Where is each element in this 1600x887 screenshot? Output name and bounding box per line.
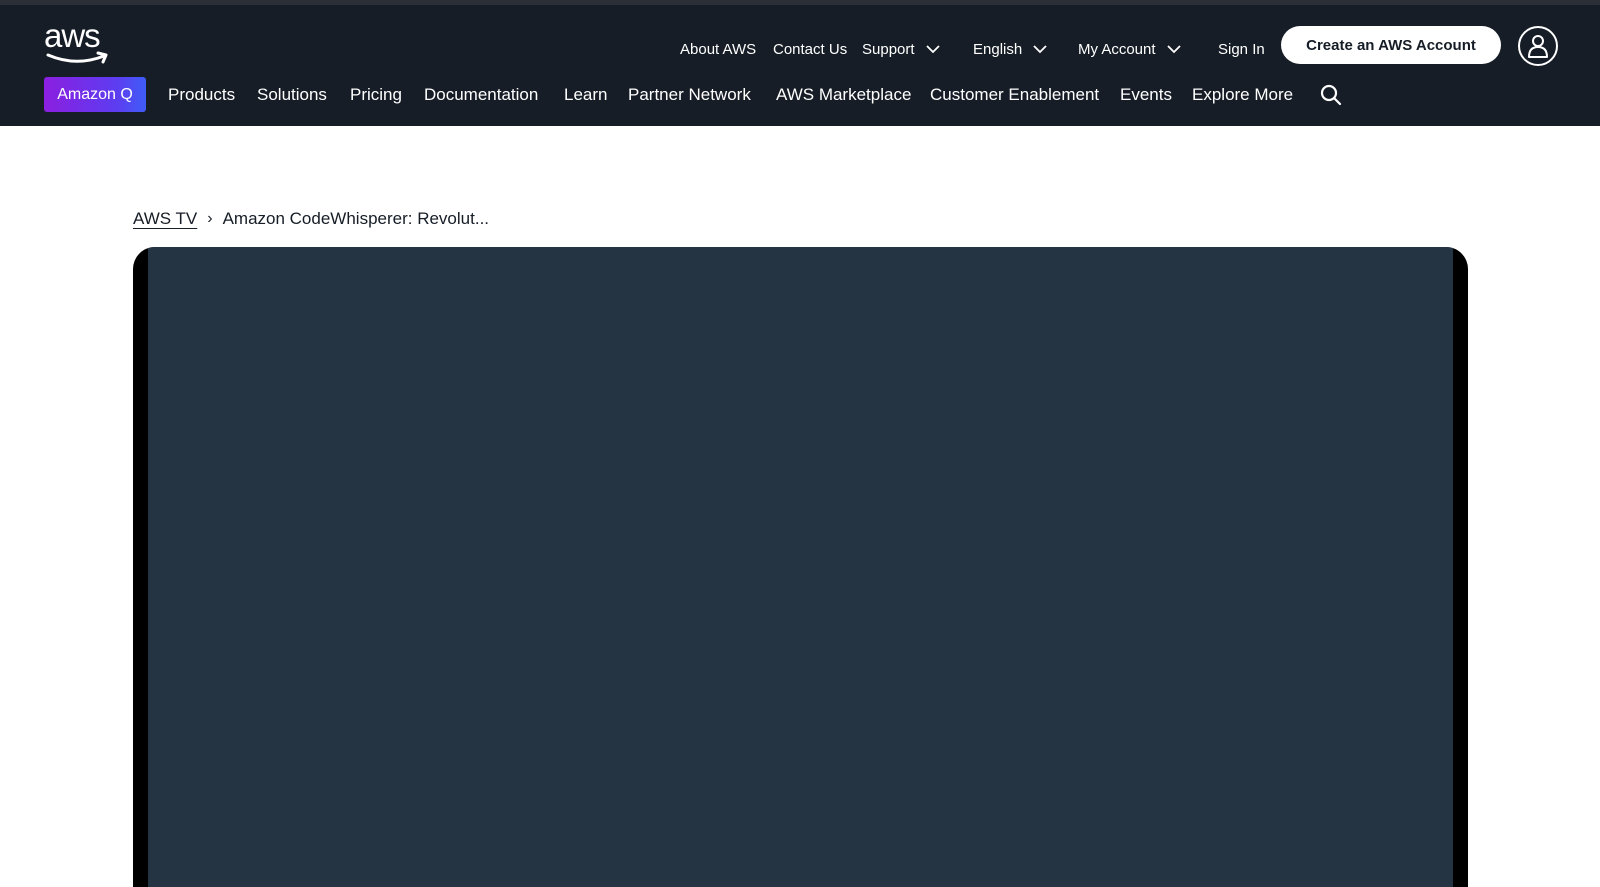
nav-customer-enablement[interactable]: Customer Enablement (930, 77, 1099, 112)
nav-solutions[interactable]: Solutions (257, 77, 327, 112)
nav-explore-more[interactable]: Explore More (1192, 77, 1293, 112)
nav-events[interactable]: Events (1120, 77, 1172, 112)
chevron-down-icon (1032, 44, 1048, 54)
amazon-q-button[interactable]: Amazon Q (44, 77, 146, 112)
aws-logo-text: aws (44, 17, 101, 54)
support-dropdown[interactable]: Support (862, 33, 941, 65)
my-account-dropdown[interactable]: My Account (1078, 33, 1182, 65)
nav-documentation[interactable]: Documentation (424, 77, 538, 112)
aws-smile-icon (46, 51, 108, 64)
video-player[interactable] (133, 247, 1468, 887)
language-dropdown[interactable]: English (973, 33, 1048, 65)
search-icon[interactable] (1319, 83, 1343, 107)
support-label: Support (862, 40, 915, 58)
about-aws-link[interactable]: About AWS (680, 33, 756, 65)
about-aws-label: About AWS (680, 40, 757, 58)
sign-in-link[interactable]: Sign In (1218, 33, 1265, 65)
nav-learn[interactable]: Learn (564, 77, 607, 112)
create-account-button[interactable]: Create an AWS Account (1281, 26, 1501, 64)
chevron-down-icon (1166, 44, 1182, 54)
breadcrumb-current: Amazon CodeWhisperer: Revolut... (222, 209, 490, 228)
site-header: aws About AWS Contact Us Support English… (0, 5, 1600, 126)
breadcrumb: AWS TV › Amazon CodeWhisperer: Revolut..… (133, 207, 489, 231)
contact-us-link[interactable]: Contact Us (773, 33, 847, 65)
nav-products[interactable]: Products (168, 77, 235, 112)
sign-in-label: Sign In (1218, 40, 1265, 58)
aws-logo[interactable]: aws (44, 17, 114, 71)
contact-us-label: Contact Us (773, 40, 848, 58)
nav-partner-network[interactable]: Partner Network (628, 77, 751, 112)
video-frame[interactable] (148, 247, 1453, 887)
chevron-down-icon (925, 44, 941, 54)
user-profile-icon[interactable] (1518, 26, 1558, 66)
nav-aws-marketplace[interactable]: AWS Marketplace (776, 77, 911, 112)
my-account-label: My Account (1078, 40, 1156, 58)
language-label: English (973, 40, 1023, 58)
breadcrumb-separator: › (207, 210, 213, 227)
nav-pricing[interactable]: Pricing (350, 77, 402, 112)
breadcrumb-aws-tv-link[interactable]: AWS TV (133, 209, 197, 229)
